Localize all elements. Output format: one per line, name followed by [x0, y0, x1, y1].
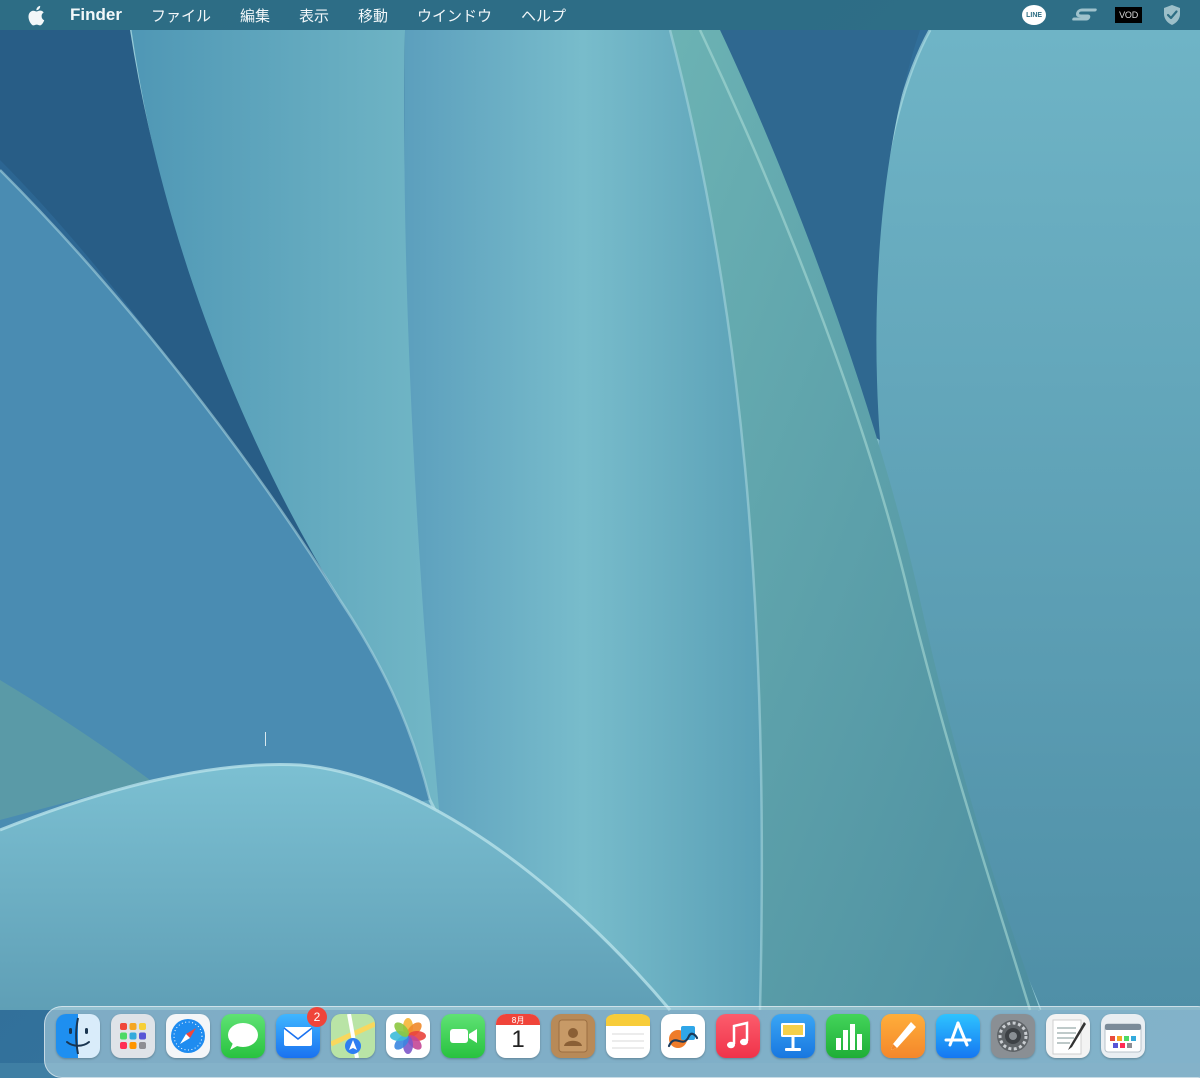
- facetime-icon[interactable]: [441, 1014, 485, 1058]
- freeform-icon[interactable]: [661, 1014, 705, 1058]
- notes-icon[interactable]: [606, 1014, 650, 1058]
- system-settings-icon[interactable]: [991, 1014, 1035, 1058]
- messages-icon[interactable]: [221, 1014, 265, 1058]
- menu-edit[interactable]: 編集: [240, 5, 270, 26]
- menu-help[interactable]: ヘルプ: [521, 5, 566, 26]
- numbers-icon[interactable]: [826, 1014, 870, 1058]
- preview-icon[interactable]: [1101, 1014, 1145, 1058]
- menu-bar: Finder ファイル 編集 表示 移動 ウインドウ ヘルプ LINE VOD: [0, 0, 1200, 30]
- apple-logo-icon[interactable]: [24, 3, 48, 27]
- menu-file[interactable]: ファイル: [151, 5, 211, 26]
- line-icon[interactable]: LINE: [1021, 0, 1047, 30]
- mail-icon[interactable]: 2: [276, 1007, 327, 1058]
- app-store-icon[interactable]: [936, 1014, 980, 1058]
- menu-app-name[interactable]: Finder: [70, 5, 122, 25]
- safari-icon[interactable]: [166, 1014, 210, 1058]
- launchpad-icon[interactable]: [111, 1014, 155, 1058]
- calendar-month: 8月: [511, 1016, 525, 1025]
- desktop-wallpaper: [0, 0, 1200, 1063]
- line-label: LINE: [1022, 5, 1047, 25]
- textedit-icon[interactable]: [1046, 1014, 1090, 1058]
- calendar-day: 1: [511, 1026, 525, 1053]
- keynote-icon[interactable]: [771, 1014, 815, 1058]
- menu-view[interactable]: 表示: [299, 5, 329, 26]
- maps-icon[interactable]: [331, 1014, 375, 1058]
- text-cursor: [265, 732, 266, 746]
- photos-icon[interactable]: [386, 1014, 430, 1058]
- dock-apps: 2 8月 1: [56, 1007, 1145, 1063]
- finder-icon[interactable]: [56, 1014, 100, 1058]
- menu-go[interactable]: 移動: [358, 5, 388, 26]
- vod-icon[interactable]: VOD: [1115, 0, 1142, 30]
- contacts-icon[interactable]: [551, 1014, 595, 1058]
- menu-window[interactable]: ウインドウ: [417, 5, 492, 26]
- status-bar: LINE VOD: [1021, 0, 1200, 30]
- vod-label: VOD: [1115, 7, 1142, 23]
- s-sync-icon[interactable]: [1069, 0, 1099, 30]
- mail-badge: 2: [307, 1007, 327, 1027]
- pages-icon[interactable]: [881, 1014, 925, 1058]
- calendar-icon[interactable]: 8月 1: [496, 1014, 540, 1058]
- shield-check-icon[interactable]: [1158, 0, 1186, 30]
- music-icon[interactable]: [716, 1014, 760, 1058]
